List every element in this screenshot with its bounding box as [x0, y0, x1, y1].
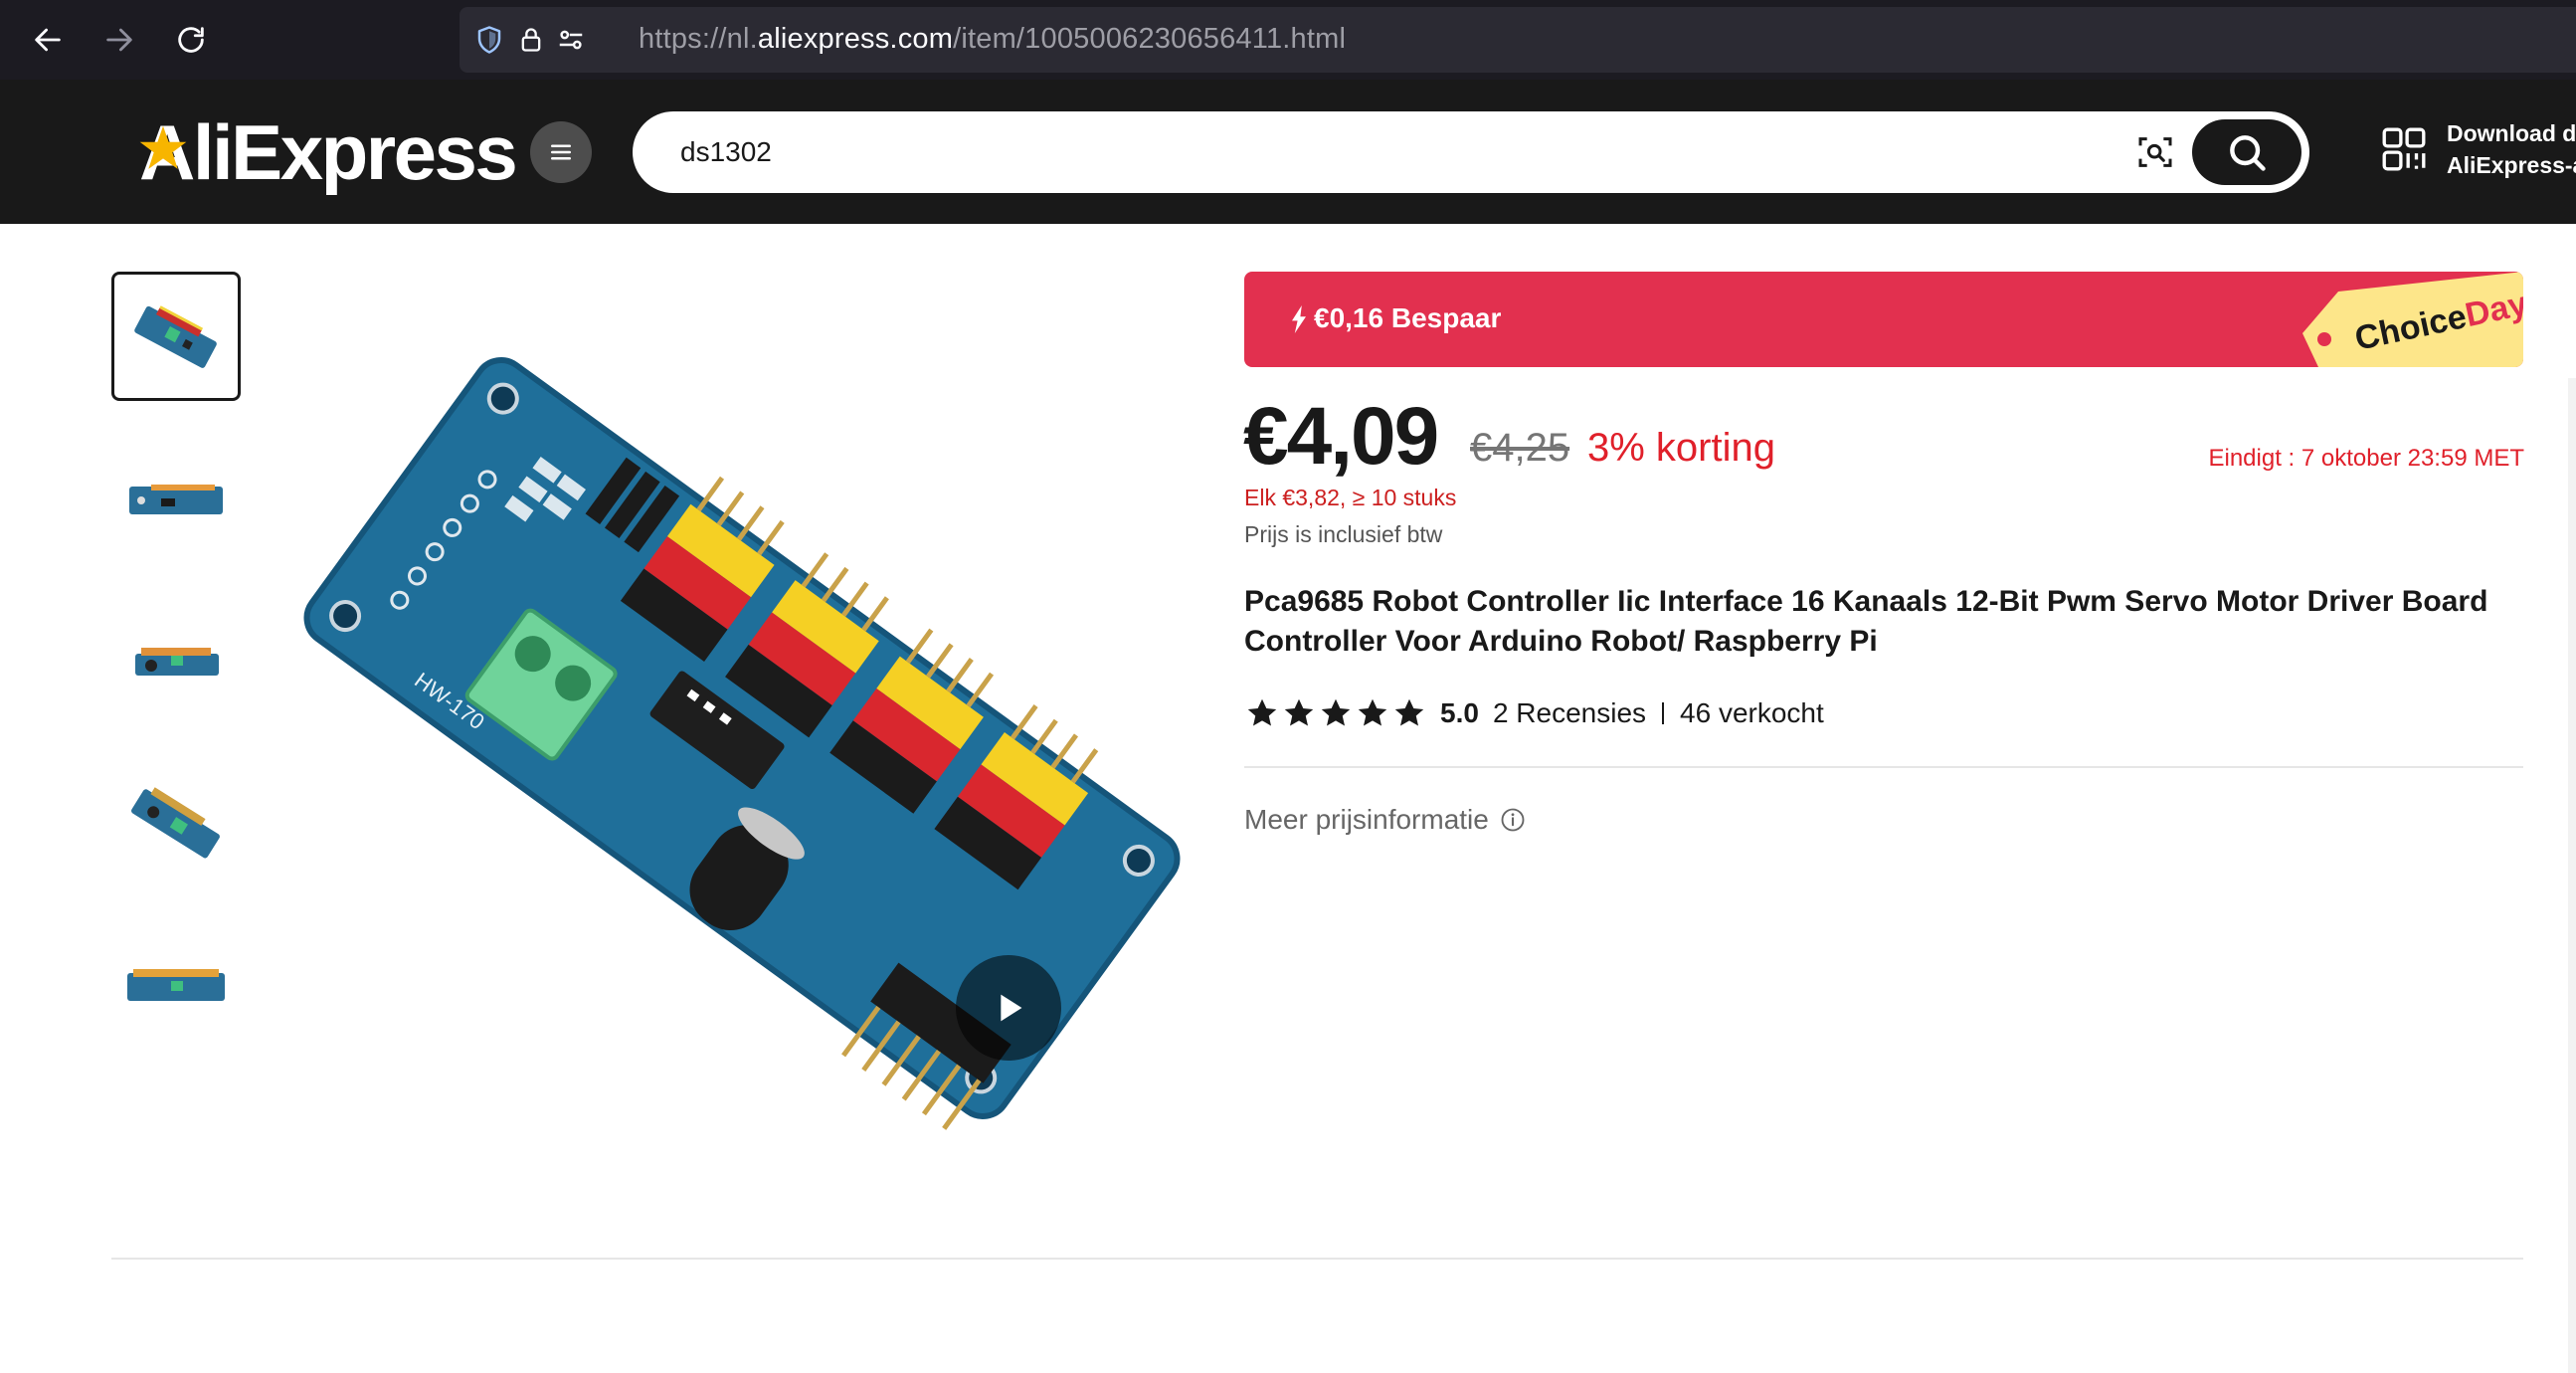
browser-toolbar: https://nl.aliexpress.com/item/100500623…: [0, 0, 2576, 80]
aliexpress-logo[interactable]: AliExpress: [139, 107, 518, 197]
thumbnail-board-image: [127, 969, 225, 1001]
search-bar: [633, 111, 2309, 193]
search-button[interactable]: [2192, 119, 2301, 185]
search-input[interactable]: [680, 111, 2053, 193]
bolt-icon: [1292, 305, 1306, 333]
category-menu-button[interactable]: [530, 121, 592, 183]
site-header: AliExpress Download d AliExpress-a: [0, 80, 2576, 224]
product-title: Pca9685 Robot Controller Iic Interface 1…: [1244, 585, 2488, 658]
forward-button[interactable]: [95, 16, 143, 64]
download-line-2: AliExpress-a: [2447, 152, 2576, 178]
forward-icon: [106, 28, 132, 52]
rating-value: 5.0: [1440, 697, 1479, 728]
more-price-info-link[interactable]: Meer prijsinformatie: [1244, 804, 1527, 836]
main-product-image[interactable]: HW-170: [275, 271, 1197, 1194]
divider: [1244, 766, 2523, 768]
url-domain: aliexpress.com: [757, 23, 954, 55]
address-bar[interactable]: https://nl.aliexpress.com/item/100500623…: [460, 7, 2576, 73]
download-app-link[interactable]: Download d AliExpress-a: [2379, 117, 2576, 181]
savings-text: €0,16 Bespaar: [1314, 302, 1502, 333]
star-icon: [1394, 698, 1424, 726]
play-icon: [1001, 994, 1022, 1022]
star-icon: [1284, 698, 1314, 726]
star-icon: [1321, 698, 1351, 726]
sold-count: 46 verkocht: [1680, 697, 1824, 728]
bulk-price: Elk €3,82, ≥ 10 stuks: [1244, 485, 1457, 510]
url-path: /item/1005006230656411.html: [953, 23, 1347, 55]
url-prefix: https://nl.: [639, 23, 758, 55]
current-price: €4,09: [1243, 391, 1439, 482]
thumbnail-4[interactable]: [111, 758, 241, 887]
vat-note: Prijs is inclusief btw: [1244, 521, 1443, 547]
logo-text: AliExpress: [139, 107, 518, 196]
download-line-1: Download d: [2447, 120, 2576, 146]
reload-icon: [178, 27, 204, 53]
choice-day-tag: ChoiceDay: [2302, 272, 2523, 367]
promo-banner: €0,16 Bespaar ChoiceDay: [1244, 272, 2523, 367]
more-price-info-text: Meer prijsinformatie: [1244, 804, 1489, 835]
thumbnail-1[interactable]: [111, 272, 241, 401]
logo-star-icon: [139, 125, 187, 169]
camera-search-icon: [2138, 137, 2172, 167]
side-panel-edge: [2568, 378, 2576, 1373]
pca9685-board-image: HW-170: [303, 357, 1181, 1130]
reload-button[interactable]: [167, 16, 215, 64]
thumbnail-5[interactable]: [111, 920, 241, 1050]
lock-icon[interactable]: [515, 24, 547, 56]
qr-code-icon: [2382, 127, 2426, 171]
thumbnail-board-image: [134, 305, 217, 368]
separator: [1662, 702, 1665, 724]
thumbnail-board-image: [135, 648, 219, 676]
info-icon: [1501, 808, 1525, 832]
thumbnail-board-image: [131, 787, 220, 859]
thumbnail-3[interactable]: [111, 595, 241, 724]
shield-icon[interactable]: [473, 24, 505, 56]
star-icon: [1358, 698, 1387, 726]
original-price: €4,25: [1470, 426, 1570, 470]
image-search-button[interactable]: [2132, 129, 2178, 175]
thumbnail-board-image: [129, 485, 223, 514]
back-button[interactable]: [24, 16, 72, 64]
rating-row: 5.0 2 Recensies 46 verkocht: [1244, 693, 1824, 733]
download-text: Download d AliExpress-a: [2447, 117, 2576, 181]
discount-label: 3% korting: [1587, 426, 1775, 470]
url-text[interactable]: https://nl.aliexpress.com/item/100500623…: [639, 23, 1346, 56]
section-divider: [111, 1258, 2523, 1260]
search-icon: [2230, 135, 2266, 171]
permissions-icon[interactable]: [555, 24, 587, 56]
thumbnail-2[interactable]: [111, 434, 241, 563]
reviews-link[interactable]: 2 Recensies: [1493, 697, 1646, 729]
menu-icon: [551, 144, 571, 160]
sale-end-time: Eindigt : 7 oktober 23:59 MET: [2208, 445, 2524, 472]
play-video-button[interactable]: [956, 955, 1061, 1061]
back-icon: [35, 28, 61, 52]
star-icon: [1247, 698, 1277, 726]
